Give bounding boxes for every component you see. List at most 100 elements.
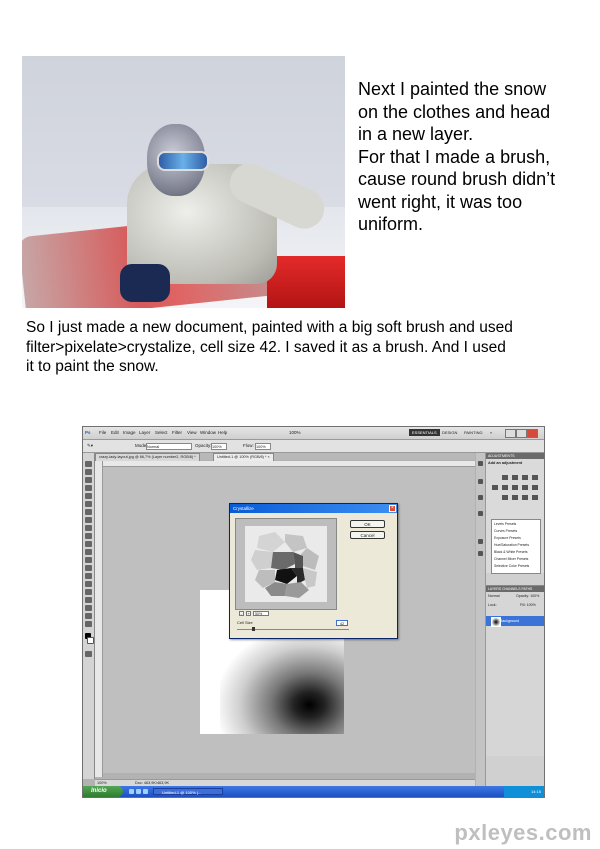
marquee-tool-icon[interactable] xyxy=(85,469,92,475)
text-line: went right, it was too xyxy=(358,191,523,212)
opacity-value: 100% xyxy=(212,445,222,449)
taskbar-photoshop[interactable]: Untitled-1 @ 100% (... xyxy=(153,788,223,795)
zoom-value[interactable]: 50% xyxy=(253,611,269,616)
start-button[interactable]: Inicio xyxy=(83,786,123,797)
opacity-input[interactable]: 100% xyxy=(211,443,227,450)
crop-tool-icon[interactable] xyxy=(85,493,92,499)
cell-size-label: Cell Size xyxy=(237,620,253,625)
panel-icon-strip xyxy=(476,453,486,786)
preset-selective-color[interactable]: Selective Color Presets xyxy=(494,564,529,568)
quick-select-tool-icon[interactable] xyxy=(85,485,92,491)
maximize-button[interactable] xyxy=(516,429,527,438)
cancel-button[interactable]: Cancel xyxy=(350,531,385,539)
hue-saturation-icon[interactable] xyxy=(502,485,508,490)
layer-background[interactable]: Background xyxy=(486,616,544,627)
preset-hue-saturation[interactable]: Hue/Saturation Presets xyxy=(494,543,529,547)
slider-handle[interactable] xyxy=(251,627,255,631)
vertical-ruler xyxy=(95,461,103,777)
menu-layer[interactable]: Layer xyxy=(139,430,150,435)
zoom-out-button[interactable]: - xyxy=(239,611,244,616)
swatches-panel-icon[interactable] xyxy=(478,495,483,500)
brush-icon[interactable] xyxy=(85,517,92,523)
quicklaunch-icon[interactable] xyxy=(136,789,141,794)
shape-tool-icon[interactable] xyxy=(85,597,92,603)
menu-file[interactable]: File xyxy=(99,430,106,435)
filter-preview[interactable] xyxy=(235,518,337,610)
gradient-map-icon[interactable] xyxy=(532,495,538,500)
mode-select[interactable]: Normal xyxy=(146,443,192,450)
path-select-icon[interactable] xyxy=(85,589,92,595)
eyedropper-tool-icon[interactable] xyxy=(85,501,92,507)
zoom-tool-icon[interactable] xyxy=(85,621,92,627)
lasso-tool-icon[interactable] xyxy=(85,477,92,483)
vibrance-icon[interactable] xyxy=(492,485,498,490)
flow-input[interactable]: 100% xyxy=(255,443,271,450)
history-brush-icon[interactable] xyxy=(85,533,92,539)
workspace-design[interactable]: DESIGN xyxy=(439,429,460,436)
menu-view[interactable]: View xyxy=(187,430,197,435)
quicklaunch-icon[interactable] xyxy=(143,789,148,794)
layers-tabs[interactable]: LAYERS CHANNELS PATHS xyxy=(486,586,544,592)
gradient-tool-icon[interactable] xyxy=(85,549,92,555)
layer-fill[interactable]: Fill: 100% xyxy=(520,603,536,607)
menu-filter[interactable]: Filter xyxy=(172,430,182,435)
levels-icon[interactable] xyxy=(512,475,518,480)
dodge-tool-icon[interactable] xyxy=(85,565,92,571)
preset-channel-mixer[interactable]: Channel Mixer Presets xyxy=(494,557,528,561)
background-color-icon[interactable] xyxy=(87,637,94,644)
paragraph-panel-icon[interactable] xyxy=(478,551,483,556)
menu-image[interactable]: Image xyxy=(123,430,136,435)
move-tool-icon[interactable] xyxy=(85,461,92,467)
hand-tool-icon[interactable] xyxy=(85,613,92,619)
photo-filter-icon[interactable] xyxy=(532,485,538,490)
close-button[interactable] xyxy=(527,429,538,438)
workspace-essentials[interactable]: ESSENTIALS xyxy=(409,429,440,436)
3d-tool-icon[interactable] xyxy=(85,605,92,611)
zoom-in-button[interactable]: + xyxy=(246,611,251,616)
curves-icon[interactable] xyxy=(522,475,528,480)
status-zoom[interactable]: 100% xyxy=(97,781,107,785)
pen-tool-icon[interactable] xyxy=(85,573,92,579)
preset-levels[interactable]: Levels Presets xyxy=(494,522,516,526)
minimize-button[interactable] xyxy=(505,429,516,438)
threshold-icon[interactable] xyxy=(522,495,528,500)
eraser-tool-icon[interactable] xyxy=(85,541,92,547)
menu-edit[interactable]: Edit xyxy=(111,430,119,435)
exposure-icon[interactable] xyxy=(532,475,538,480)
invert-icon[interactable] xyxy=(502,495,508,500)
menu-select[interactable]: Select xyxy=(155,430,168,435)
brightness-icon[interactable] xyxy=(502,475,508,480)
blur-tool-icon[interactable] xyxy=(85,557,92,563)
color-panel-icon[interactable] xyxy=(478,479,483,484)
quicklaunch-icon[interactable] xyxy=(129,789,134,794)
preset-black-white[interactable]: Black & White Presets xyxy=(494,550,528,554)
styles-panel-icon[interactable] xyxy=(478,511,483,516)
goggles xyxy=(157,151,209,171)
history-panel-icon[interactable] xyxy=(478,461,483,466)
blend-mode[interactable]: Normal xyxy=(488,594,500,598)
black-white-icon[interactable] xyxy=(522,485,528,490)
ok-button[interactable]: OK xyxy=(350,520,385,528)
cell-size-input[interactable]: 42 xyxy=(336,620,348,626)
cell-size-slider[interactable] xyxy=(237,627,349,631)
menu-window[interactable]: Window xyxy=(200,430,216,435)
color-balance-icon[interactable] xyxy=(512,485,518,490)
quick-mask-icon[interactable] xyxy=(85,651,92,657)
preset-curves[interactable]: Curves Presets xyxy=(494,529,517,533)
workspace-more[interactable]: » xyxy=(487,429,495,436)
workspace-painting[interactable]: PAINTING xyxy=(461,429,486,436)
options-bar: ✎▾ Mode: Normal Opacity: 100% Flow: 100% xyxy=(83,440,544,453)
layer-opacity[interactable]: Opacity: 100% xyxy=(516,594,539,598)
adjustments-header[interactable]: ADJUSTMENTS xyxy=(486,453,544,459)
healing-tool-icon[interactable] xyxy=(85,509,92,515)
menu-help[interactable]: Help xyxy=(218,430,227,435)
zoom-menu[interactable]: 100% xyxy=(289,430,301,435)
preset-exposure[interactable]: Exposure Presets xyxy=(494,536,521,540)
posterize-icon[interactable] xyxy=(512,495,518,500)
character-panel-icon[interactable] xyxy=(478,539,483,544)
mode-value: Normal xyxy=(147,445,160,449)
brush-tool-icon[interactable]: ✎▾ xyxy=(87,443,93,449)
type-tool-icon[interactable] xyxy=(85,581,92,587)
close-icon[interactable]: × xyxy=(389,505,396,512)
stamp-tool-icon[interactable] xyxy=(85,525,92,531)
